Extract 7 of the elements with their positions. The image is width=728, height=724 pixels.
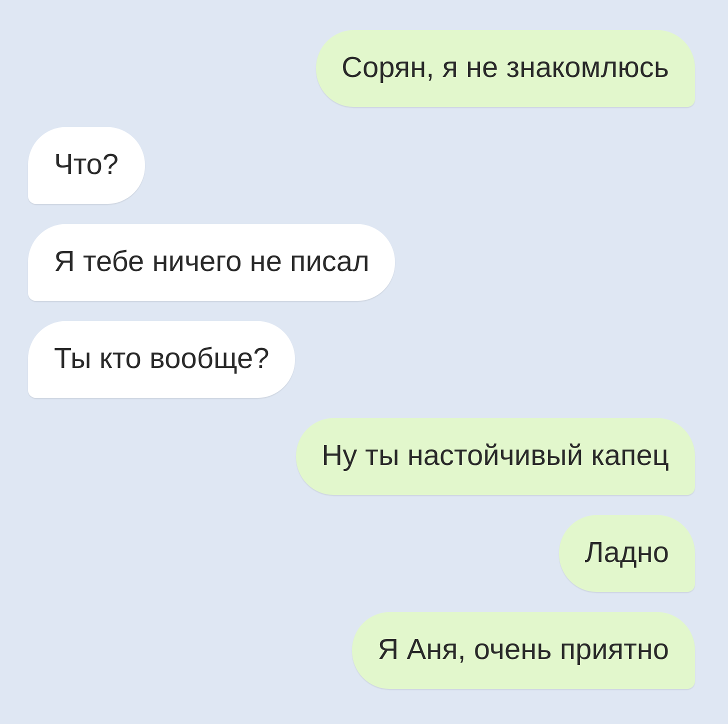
sent-message: Я Аня, очень приятно <box>352 612 695 689</box>
sent-message: Ну ты настойчивый капец <box>296 418 695 495</box>
received-message: Что? <box>28 127 145 204</box>
received-message: Я тебе ничего не писал <box>28 224 396 301</box>
sent-message: Ладно <box>558 515 695 592</box>
sent-message: Сорян, я не знакомлюсь <box>316 30 695 107</box>
received-message: Ты кто вообще? <box>28 321 296 398</box>
